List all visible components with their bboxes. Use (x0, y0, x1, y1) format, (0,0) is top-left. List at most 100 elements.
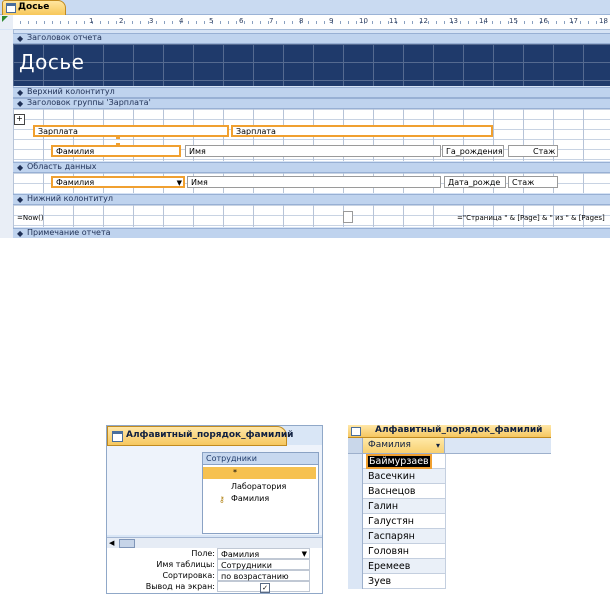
chevron-down-icon[interactable]: ▼ (177, 178, 182, 186)
page-footer-area[interactable]: =Now() ="Страница " & [Page] & " из " & … (13, 205, 610, 227)
cell-surname[interactable]: Еремеев (368, 561, 410, 572)
tab-query[interactable]: Алфавитный_порядок_фамилий (107, 426, 294, 446)
table-box-employees[interactable]: Сотрудники * Лаборатория ⚷ Фамилия (202, 452, 319, 534)
table-row[interactable]: Гаспарян (348, 529, 446, 544)
cell-surname[interactable]: Гаспарян (368, 531, 415, 542)
table-row[interactable]: Галин (348, 499, 446, 514)
move-handle-icon[interactable]: + (14, 114, 25, 125)
grid-sort-value[interactable]: по возрастанию (217, 570, 310, 581)
ruler-number: 4 (179, 17, 184, 25)
query-design-grid: Поле: Фамилия ▼ Имя таблицы: Сотрудники … (107, 548, 322, 593)
table-row[interactable]: Головян (348, 544, 446, 559)
row-selector[interactable] (348, 529, 363, 544)
ruler-number: 12 (419, 17, 428, 25)
field-name[interactable]: Имя (187, 176, 441, 188)
row-selector[interactable] (348, 544, 363, 559)
field-experience[interactable]: Стаж (508, 176, 558, 188)
chevron-down-icon[interactable]: ▾ (436, 438, 440, 453)
scroll-left-icon[interactable]: ◀ (109, 539, 114, 547)
combo-surname[interactable]: Фамилия ▼ (51, 176, 185, 188)
cell-surname[interactable]: Зуев (368, 576, 391, 587)
ruler-number: 2 (119, 17, 124, 25)
table-row[interactable]: Галустян (348, 514, 446, 529)
section-arrow-icon: ◆ (17, 99, 24, 108)
grid-field-value[interactable]: Фамилия ▼ (217, 548, 310, 559)
column-header-label: Фамилия (368, 440, 411, 450)
field-birthdate[interactable]: Дата_рожде (444, 176, 506, 188)
table-box-title: Сотрудники (203, 453, 318, 465)
report-header-area[interactable]: Досье (13, 44, 610, 86)
report-title-label[interactable]: Досье (19, 50, 84, 74)
field-salary[interactable]: Зарплата (231, 125, 493, 137)
cell-surname[interactable]: Баймурзаев (366, 454, 432, 469)
group-header-area[interactable]: + Зарплата Зарплата Фамилия Имя Га_рожде… (13, 109, 610, 161)
section-page-footer[interactable]: ◆ Нижний колонтитул (13, 194, 610, 205)
table-row[interactable]: Баймурзаев (348, 454, 446, 469)
ruler-number: 11 (389, 17, 398, 25)
report-selector[interactable] (0, 15, 14, 29)
tab-datasheet[interactable]: Алфавитный_порядок_фамилий (348, 425, 551, 438)
cell-surname[interactable]: Васнецов (368, 486, 416, 497)
grid-field-text: Фамилия (221, 550, 260, 559)
cell-surname[interactable]: Головян (368, 546, 409, 557)
row-selector[interactable] (348, 484, 363, 499)
grid-label-field: Поле: (191, 549, 215, 558)
section-group-header[interactable]: ◆ Заголовок группы 'Зарплата' (13, 98, 610, 109)
resize-handle[interactable] (116, 135, 120, 139)
row-selector[interactable] (348, 514, 363, 529)
cell-surname[interactable]: Васечкин (368, 471, 415, 482)
label-experience[interactable]: Стаж (508, 145, 558, 157)
ruler-number: 5 (209, 17, 214, 25)
scroll-thumb[interactable] (119, 539, 135, 548)
field-now[interactable]: =Now() (13, 211, 133, 223)
datasheet-header: Фамилия ▾ (348, 438, 551, 454)
query-icon (112, 431, 123, 442)
cell-surname[interactable]: Галустян (368, 516, 414, 527)
cell-surname[interactable]: Галин (368, 501, 398, 512)
table-row[interactable]: Зуев (348, 574, 446, 589)
detail-area[interactable]: Фамилия ▼ Имя Дата_рожде Стаж (13, 173, 610, 193)
grid-table-value[interactable]: Сотрудники (217, 559, 310, 570)
row-selector[interactable] (348, 574, 363, 589)
column-header-surname[interactable]: Фамилия ▾ (363, 438, 445, 453)
table-row[interactable]: Васнецов (348, 484, 446, 499)
tab-dossier[interactable]: Досье (2, 0, 66, 15)
table-row[interactable]: Васечкин (348, 469, 446, 484)
label-salary[interactable]: Зарплата (33, 125, 229, 137)
ruler-number: 1 (89, 17, 94, 25)
section-arrow-icon: ◆ (17, 229, 24, 238)
document-tab-bar: Досье (0, 0, 610, 15)
row-selector[interactable] (348, 499, 363, 514)
table-field-surname-label: Фамилия (231, 494, 270, 503)
row-selector[interactable] (348, 559, 363, 574)
ruler-number: 6 (239, 17, 244, 25)
tab-dossier-label: Досье (18, 2, 50, 12)
row-selector[interactable] (348, 469, 363, 484)
resize-handle[interactable] (116, 143, 120, 147)
section-label: Верхний колонтитул (27, 87, 115, 96)
field-page-number[interactable]: ="Страница " & [Page] & " из " & [Pages] (453, 211, 610, 223)
vertical-ruler (0, 30, 14, 238)
report-designer: Досье 1 2 3 4 5 6 7 8 9 10 11 12 13 14 1… (0, 0, 610, 238)
report-icon (6, 3, 16, 13)
ruler-number: 18 (599, 17, 608, 25)
query-designer: Алфавитный_порядок_фамилий Сотрудники * … (106, 425, 323, 594)
horizontal-scrollbar[interactable]: ◀ (107, 537, 322, 548)
table-field-all[interactable]: * (203, 467, 316, 479)
label-name[interactable]: Имя (185, 145, 441, 157)
section-page-header[interactable]: ◆ Верхний колонтитул (13, 87, 610, 98)
section-label: Примечание отчета (27, 228, 111, 237)
table-field-lab[interactable]: Лаборатория (203, 481, 316, 493)
grid-show-cell: ✓ (217, 581, 310, 593)
ruler-number: 7 (269, 17, 274, 25)
footer-box[interactable] (343, 211, 353, 223)
horizontal-ruler: 1 2 3 4 5 6 7 8 9 10 11 12 13 14 15 16 1… (13, 15, 610, 30)
section-report-header[interactable]: ◆ Заголовок отчета (13, 33, 610, 44)
table-row[interactable]: Еремеев (348, 559, 446, 574)
section-detail[interactable]: ◆ Область данных (13, 162, 610, 173)
section-report-footer[interactable]: ◆ Примечание отчета (13, 228, 610, 238)
table-field-surname[interactable]: ⚷ Фамилия (203, 493, 316, 505)
select-all-corner[interactable] (348, 438, 363, 453)
row-selector[interactable] (348, 454, 363, 469)
label-birthdate[interactable]: Га_рождения (442, 145, 504, 157)
